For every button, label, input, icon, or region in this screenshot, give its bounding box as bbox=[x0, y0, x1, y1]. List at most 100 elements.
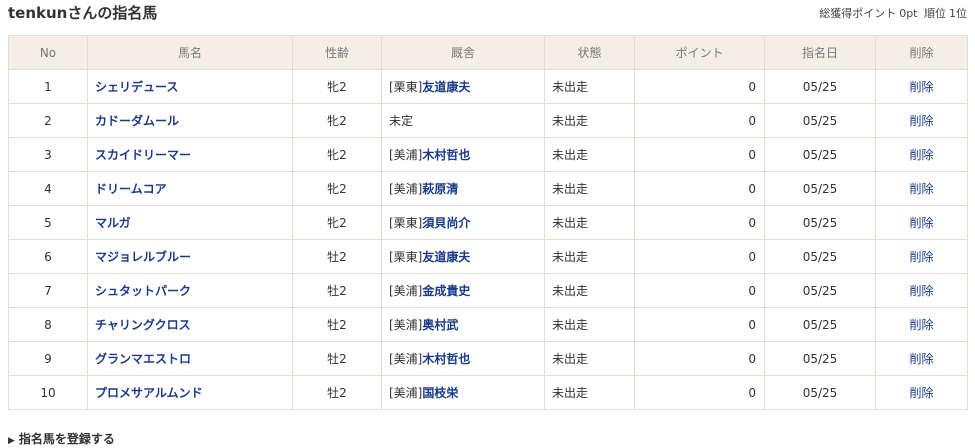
points: 0 bbox=[634, 205, 765, 240]
row-no: 9 bbox=[8, 341, 88, 376]
trainer-link[interactable]: 友道康夫 bbox=[422, 80, 470, 94]
total-points-label: 総獲得ポイント bbox=[819, 7, 897, 20]
header-status: 状態 bbox=[544, 35, 635, 70]
horse-name-cell: スカイドリーマー bbox=[87, 137, 293, 172]
sex-age: 牝2 bbox=[292, 103, 382, 138]
delete-cell: 削除 bbox=[875, 341, 968, 376]
nominated-date: 05/25 bbox=[764, 341, 876, 376]
horse-name-link[interactable]: シュタットパーク bbox=[95, 284, 191, 298]
nominated-date: 05/25 bbox=[764, 273, 876, 308]
status: 未出走 bbox=[544, 69, 635, 104]
points: 0 bbox=[634, 69, 765, 104]
horse-name-cell: グランマエストロ bbox=[87, 341, 293, 376]
stable-cell: [美浦]木村哲也 bbox=[381, 341, 545, 376]
rank-label: 順位 bbox=[924, 7, 946, 20]
trainer-link[interactable]: 木村哲也 bbox=[422, 352, 470, 366]
header-delete: 削除 bbox=[875, 35, 968, 70]
delete-cell: 削除 bbox=[875, 273, 968, 308]
row-no: 8 bbox=[8, 307, 88, 342]
trainer-link[interactable]: 国枝栄 bbox=[422, 386, 458, 400]
table-row: 6 マジョレルブルー 牡2 [栗東]友道康夫 未出走 0 05/25 削除 bbox=[8, 239, 968, 274]
nominated-date: 05/25 bbox=[764, 205, 876, 240]
delete-cell: 削除 bbox=[875, 137, 968, 172]
trainer-link[interactable]: 萩原清 bbox=[422, 182, 458, 196]
nominated-date: 05/25 bbox=[764, 375, 876, 410]
sex-age: 牡2 bbox=[292, 375, 382, 410]
delete-link[interactable]: 削除 bbox=[909, 114, 933, 128]
horse-name-link[interactable]: カドーダムール bbox=[95, 114, 179, 128]
points: 0 bbox=[634, 103, 765, 138]
sex-age: 牡2 bbox=[292, 239, 382, 274]
table-header-row: No 馬名 性齢 厩舎 状態 ポイント 指名日 削除 bbox=[8, 35, 968, 70]
header-date: 指名日 bbox=[764, 35, 876, 70]
register-horse-link[interactable]: ▶ 指名馬を登録する bbox=[8, 430, 115, 447]
delete-cell: 削除 bbox=[875, 375, 968, 410]
triangle-right-icon: ▶ bbox=[8, 436, 15, 446]
points: 0 bbox=[634, 137, 765, 172]
horse-name-link[interactable]: スカイドリーマー bbox=[95, 148, 191, 162]
delete-link[interactable]: 削除 bbox=[909, 216, 933, 230]
sex-age: 牡2 bbox=[292, 307, 382, 342]
delete-link[interactable]: 削除 bbox=[909, 148, 933, 162]
points: 0 bbox=[634, 239, 765, 274]
horse-name-link[interactable]: グランマエストロ bbox=[95, 352, 191, 366]
page-header: tenkunさんの指名馬 総獲得ポイント 0pt 順位 1位 bbox=[0, 0, 975, 30]
nominated-horses-table: No 馬名 性齢 厩舎 状態 ポイント 指名日 削除 1 シェリデュース 牝2 [栗東… bbox=[8, 35, 968, 410]
stable-region: [美浦] bbox=[389, 318, 423, 332]
nominated-date: 05/25 bbox=[764, 307, 876, 342]
delete-cell: 削除 bbox=[875, 69, 968, 104]
stable-cell: [美浦]木村哲也 bbox=[381, 137, 545, 172]
trainer-link[interactable]: 奥村武 bbox=[422, 318, 458, 332]
horse-name-cell: マルガ bbox=[87, 205, 293, 240]
header-horse-name: 馬名 bbox=[87, 35, 293, 70]
stable-region: [美浦] bbox=[389, 284, 423, 298]
trainer-link[interactable]: 須貝尚介 bbox=[422, 216, 470, 230]
trainer-link[interactable]: 金成貴史 bbox=[422, 284, 470, 298]
sex-age: 牝2 bbox=[292, 171, 382, 206]
page-title: tenkunさんの指名馬 bbox=[8, 4, 158, 22]
horse-name-cell: プロメサアルムンド bbox=[87, 375, 293, 410]
sex-age: 牝2 bbox=[292, 69, 382, 104]
horse-name-link[interactable]: マルガ bbox=[95, 216, 131, 230]
row-no: 1 bbox=[8, 69, 88, 104]
nominated-date: 05/25 bbox=[764, 103, 876, 138]
horse-name-cell: チャリングクロス bbox=[87, 307, 293, 342]
status: 未出走 bbox=[544, 103, 635, 138]
horse-name-cell: マジョレルブルー bbox=[87, 239, 293, 274]
points: 0 bbox=[634, 341, 765, 376]
rank-value: 1位 bbox=[949, 7, 967, 20]
sex-age: 牝2 bbox=[292, 137, 382, 172]
horse-name-link[interactable]: シェリデュース bbox=[95, 80, 178, 94]
status: 未出走 bbox=[544, 375, 635, 410]
points: 0 bbox=[634, 307, 765, 342]
delete-link[interactable]: 削除 bbox=[909, 182, 933, 196]
delete-link[interactable]: 削除 bbox=[909, 284, 933, 298]
delete-link[interactable]: 削除 bbox=[909, 386, 933, 400]
delete-link[interactable]: 削除 bbox=[909, 80, 933, 94]
points: 0 bbox=[634, 375, 765, 410]
row-no: 3 bbox=[8, 137, 88, 172]
points: 0 bbox=[634, 171, 765, 206]
table-row: 3 スカイドリーマー 牝2 [美浦]木村哲也 未出走 0 05/25 削除 bbox=[8, 137, 968, 172]
horse-name-link[interactable]: マジョレルブルー bbox=[95, 250, 191, 264]
register-horse-label: 指名馬を登録する bbox=[18, 432, 115, 446]
delete-cell: 削除 bbox=[875, 307, 968, 342]
nominated-date: 05/25 bbox=[764, 239, 876, 274]
status: 未出走 bbox=[544, 205, 635, 240]
stable-region: [美浦] bbox=[389, 352, 423, 366]
horse-name-link[interactable]: ドリームコア bbox=[95, 182, 167, 196]
trainer-link[interactable]: 友道康夫 bbox=[422, 250, 470, 264]
header-stable: 厩舎 bbox=[381, 35, 545, 70]
stable-cell: [栗東]友道康夫 bbox=[381, 69, 545, 104]
horse-name-link[interactable]: プロメサアルムンド bbox=[95, 386, 203, 400]
delete-link[interactable]: 削除 bbox=[909, 352, 933, 366]
delete-link[interactable]: 削除 bbox=[909, 250, 933, 264]
trainer-link[interactable]: 木村哲也 bbox=[422, 148, 470, 162]
table-row: 2 カドーダムール 牝2 未定 未出走 0 05/25 削除 bbox=[8, 103, 968, 138]
horse-name-link[interactable]: チャリングクロス bbox=[95, 318, 191, 332]
horse-name-cell: ドリームコア bbox=[87, 171, 293, 206]
delete-link[interactable]: 削除 bbox=[909, 318, 933, 332]
sex-age: 牝2 bbox=[292, 205, 382, 240]
row-no: 5 bbox=[8, 205, 88, 240]
stable-cell: [栗東]友道康夫 bbox=[381, 239, 545, 274]
